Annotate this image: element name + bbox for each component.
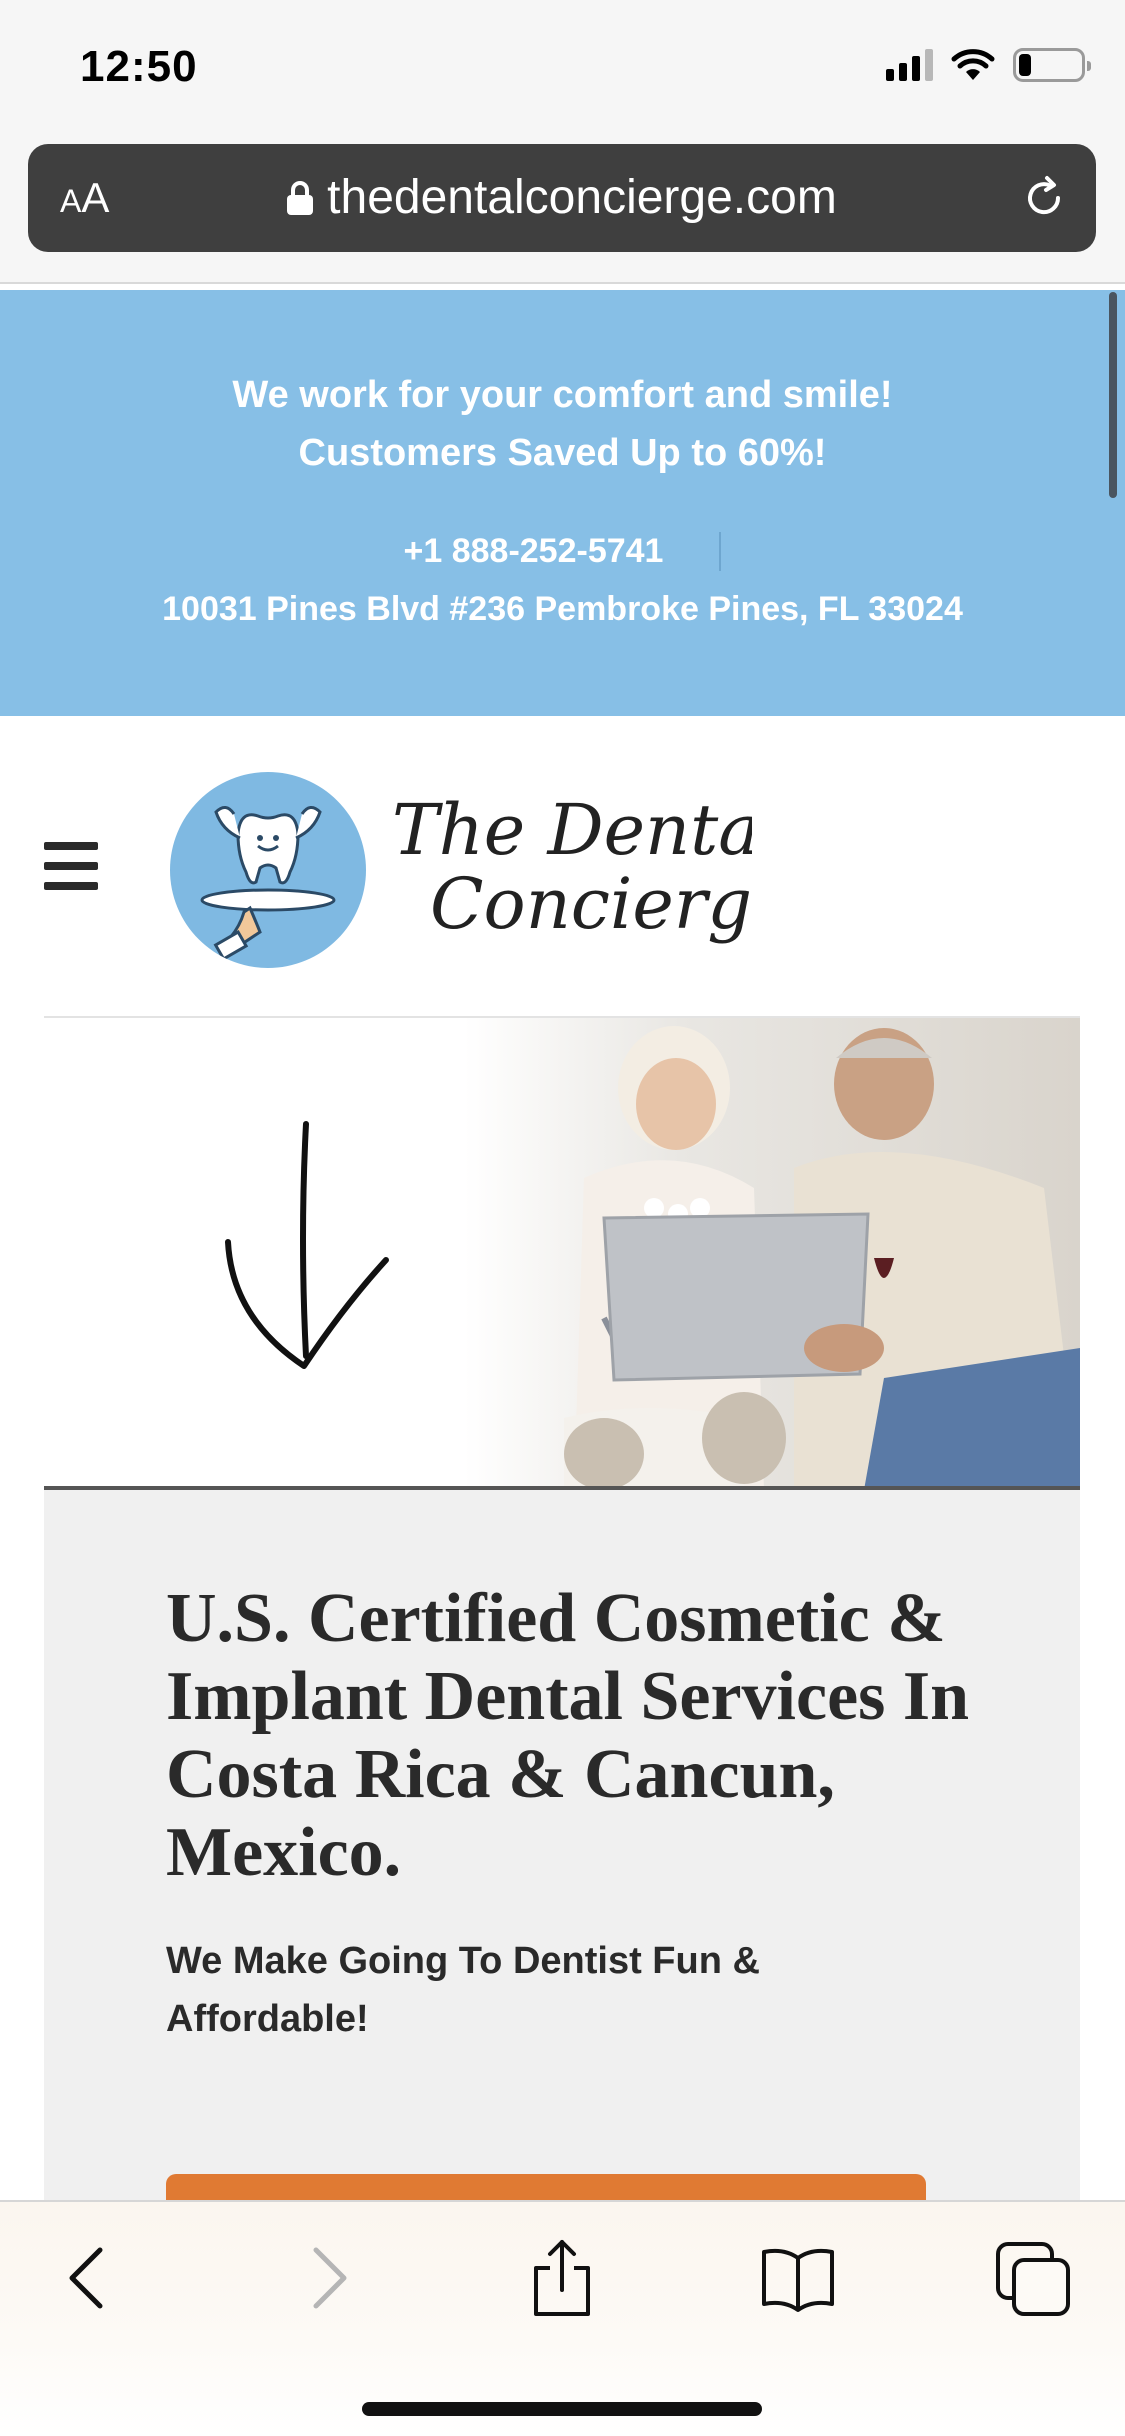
page-subheadline: We Make Going To Dentist Fun & Affordabl… <box>166 1940 760 2040</box>
intro-section: U.S. Certified Cosmetic & Implant Dental… <box>44 1490 1080 2234</box>
lock-icon <box>287 181 314 215</box>
tabs-icon[interactable] <box>994 2238 1074 2318</box>
scroll-indicator <box>1109 292 1117 498</box>
info-banner: We work for your comfort and smile! Cust… <box>0 290 1125 716</box>
book-icon[interactable] <box>758 2238 838 2318</box>
senior-couple-photo <box>464 1018 1080 1490</box>
site-header: The Dental Concierge <box>0 716 1125 1019</box>
wifi-icon <box>951 49 995 80</box>
battery-icon <box>1013 48 1091 82</box>
address-bar[interactable]: AA thedentalconcierge.com <box>28 144 1096 252</box>
logo-tooth-icon[interactable] <box>170 772 366 968</box>
status-bar: 12:50 <box>0 0 1125 136</box>
hand-drawn-down-arrow-icon <box>225 1121 389 1369</box>
cellular-signal-icon <box>886 49 933 81</box>
url-text: thedentalconcierge.com <box>327 171 837 224</box>
phone-line: +1 888-252-5741 <box>0 532 1125 571</box>
status-icons <box>886 48 1091 82</box>
logo-wordmark[interactable]: The Dental Concierge <box>392 786 752 966</box>
browser-address-area: AA thedentalconcierge.com <box>0 136 1125 284</box>
browser-toolbar <box>0 2200 1125 2436</box>
reload-icon[interactable] <box>1020 174 1068 222</box>
logo-line1: The Dental <box>392 789 752 871</box>
share-icon[interactable] <box>522 2238 602 2318</box>
logo-line2: Concierge <box>430 863 752 945</box>
address-text[interactable]: 10031 Pines Blvd #236 Pembroke Pines, FL… <box>0 590 1125 629</box>
page-headline: U.S. Certified Cosmetic & Implant Dental… <box>166 1580 970 1891</box>
phone-link[interactable]: +1 888-252-5741 <box>404 532 722 571</box>
url-display[interactable]: thedentalconcierge.com <box>28 170 1096 225</box>
banner-tagline: We work for your comfort and smile! Cust… <box>0 366 1125 482</box>
tagline-line1: We work for your comfort and smile! <box>232 374 893 416</box>
home-indicator[interactable] <box>362 2402 762 2416</box>
status-time: 12:50 <box>80 42 198 91</box>
hamburger-menu-icon[interactable] <box>44 842 98 890</box>
tagline-line2: Customers Saved Up to 60%! <box>298 432 827 474</box>
hero-banner <box>44 1018 1080 1490</box>
chevron-left-icon[interactable] <box>48 2238 128 2318</box>
chevron-right-icon[interactable] <box>288 2238 368 2318</box>
